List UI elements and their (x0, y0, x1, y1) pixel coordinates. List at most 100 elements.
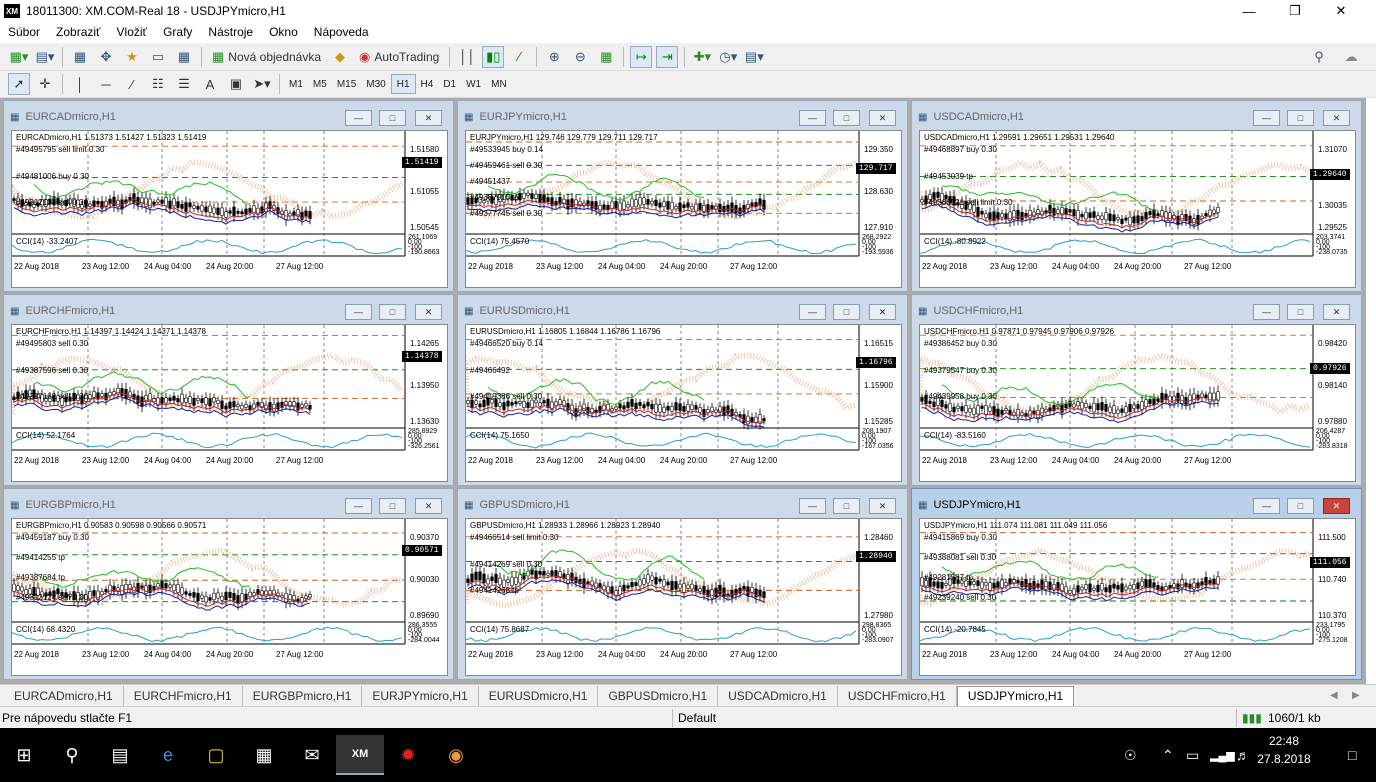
store-icon[interactable]: ▦ (240, 735, 288, 775)
chart-close-icon[interactable]: ✕ (869, 498, 896, 514)
new-order-button[interactable]: ▦ Nová objednávka (208, 46, 325, 68)
auto-scroll-icon[interactable]: ↦ (630, 45, 653, 68)
timeframe-m15[interactable]: M15 (332, 74, 361, 94)
task-view-icon[interactable]: ▤ (96, 735, 144, 775)
chart-minimize-icon[interactable]: — (345, 304, 372, 320)
chrome-icon[interactable]: ◉ (432, 735, 480, 775)
fibonacci-icon[interactable]: ☰ (173, 73, 195, 95)
arrows-icon[interactable]: ➤▾ (251, 73, 273, 95)
tab-eurcad[interactable]: EURCADmicro,H1 (4, 685, 124, 706)
chart-close-icon[interactable]: ✕ (415, 110, 442, 126)
zoom-out-icon[interactable]: ⊖ (569, 46, 591, 68)
battery-icon[interactable]: ▭ (1186, 728, 1199, 782)
xm-taskbar-icon[interactable]: XM (336, 735, 384, 775)
timeframe-mn[interactable]: MN (486, 74, 512, 94)
navigator-icon[interactable]: ★ (121, 46, 143, 68)
tab-scroll-left-icon[interactable]: ◀ (1330, 690, 1338, 701)
tab-eurusd[interactable]: EURUSDmicro,H1 (479, 685, 599, 706)
cursor-icon[interactable]: ➚ (8, 73, 30, 95)
menu-nastroje[interactable]: Nástroje (200, 25, 261, 39)
chart-plot-area[interactable]: USDJPYmicro,H1 111.074 111.081 111.049 1… (919, 518, 1356, 676)
line-chart-icon[interactable]: ∕ (508, 46, 530, 68)
timeframe-w1[interactable]: W1 (461, 74, 486, 94)
menu-subor[interactable]: Súbor (0, 25, 48, 39)
mail-icon[interactable]: ✉ (288, 735, 336, 775)
chart-window-usdcad[interactable]: ▦ USDCADmicro,H1 — □ ✕ USDCADmicro,H1 1.29591… (911, 100, 1362, 292)
network-icon[interactable]: ▂▄▆ (1210, 728, 1235, 782)
tab-eurchf[interactable]: EURCHFmicro,H1 (124, 685, 243, 706)
minimize-icon[interactable]: — (1226, 0, 1272, 22)
indicators-icon[interactable]: ✚▾ (691, 46, 713, 68)
chart-plot-area[interactable]: EURJPYmicro,H1 129.746 129.779 129.711 1… (465, 130, 902, 288)
candlestick-icon[interactable]: ▮▯ (482, 45, 505, 68)
taskbar-clock[interactable]: 22:48 27.8.2018 (1244, 732, 1324, 768)
chart-close-icon[interactable]: ✕ (869, 110, 896, 126)
chart-plot-area[interactable]: USDCHFmicro,H1 0.97871 0.97945 0.97906 0… (919, 324, 1356, 482)
tab-usdchf[interactable]: USDCHFmicro,H1 (838, 685, 957, 706)
menu-napoveda[interactable]: Nápoveda (306, 25, 377, 39)
close-icon[interactable]: ✕ (1318, 0, 1364, 22)
chart-maximize-icon[interactable]: □ (1287, 110, 1314, 126)
restore-icon[interactable]: ❐ (1272, 0, 1318, 22)
text-icon[interactable]: A (199, 73, 221, 95)
tray-chevron-icon[interactable]: ⌃ (1162, 728, 1174, 782)
chart-window-usdjpy[interactable]: ▦ USDJPYmicro,H1 — □ ✕ USDJPYmicro,H1 111.074… (911, 488, 1362, 680)
chat-icon[interactable]: ☁ (1340, 46, 1362, 68)
vertical-line-icon[interactable]: │ (69, 73, 91, 95)
tab-gbpusd[interactable]: GBPUSDmicro,H1 (598, 685, 719, 706)
chart-window-eurcad[interactable]: ▦ EURCADmicro,H1 — □ ✕ EURCADmicro,H1 1.51373… (3, 100, 454, 292)
chart-close-icon[interactable]: ✕ (1323, 110, 1350, 126)
app-red-icon[interactable]: ✹ (384, 735, 432, 775)
chart-maximize-icon[interactable]: □ (833, 498, 860, 514)
chart-minimize-icon[interactable]: — (799, 304, 826, 320)
chart-plot-area[interactable]: GBPUSDmicro,H1 1.28933 1.28966 1.28923 1… (465, 518, 902, 676)
profiles-icon[interactable]: ▤▾ (34, 46, 56, 68)
equidistant-channel-icon[interactable]: ☷ (147, 73, 169, 95)
timeframe-d1[interactable]: D1 (438, 74, 461, 94)
chart-minimize-icon[interactable]: — (799, 498, 826, 514)
chart-plot-area[interactable]: EURCADmicro,H1 1.51373 1.51427 1.51323 1… (11, 130, 448, 288)
timeframe-m30[interactable]: M30 (361, 74, 390, 94)
chart-shift-icon[interactable]: ⇥ (656, 45, 679, 68)
crosshair-icon[interactable]: ✛ (34, 73, 56, 95)
menu-vlozit[interactable]: Vložiť (109, 25, 156, 39)
new-chart-icon[interactable]: ▦▾ (8, 46, 30, 68)
tile-windows-icon[interactable]: ▦ (595, 46, 617, 68)
metaeditor-icon[interactable]: ◆ (329, 46, 351, 68)
edge-browser-icon[interactable]: e (144, 735, 192, 775)
chart-maximize-icon[interactable]: □ (1287, 498, 1314, 514)
chart-minimize-icon[interactable]: — (345, 498, 372, 514)
tab-usdcad[interactable]: USDCADmicro,H1 (718, 685, 838, 706)
timeframe-m5[interactable]: M5 (308, 74, 332, 94)
chart-minimize-icon[interactable]: — (1253, 304, 1280, 320)
terminal-icon[interactable]: ▭ (147, 46, 169, 68)
timeframe-h1[interactable]: H1 (390, 74, 416, 94)
menu-zobrazit[interactable]: Zobraziť (48, 25, 109, 39)
market-watch-icon[interactable]: ▦ (69, 46, 91, 68)
chart-window-eurjpy[interactable]: ▦ EURJPYmicro,H1 — □ ✕ EURJPYmicro,H1 129.746… (457, 100, 908, 292)
chart-window-gbpusd[interactable]: ▦ GBPUSDmicro,H1 — □ ✕ GBPUSDmicro,H1 1.28933… (457, 488, 908, 680)
chart-plot-area[interactable]: EURGBPmicro,H1 0.90583 0.90598 0.90566 0… (11, 518, 448, 676)
timeframe-m1[interactable]: M1 (284, 74, 308, 94)
horizontal-line-icon[interactable]: ─ (95, 73, 117, 95)
templates-icon[interactable]: ▤▾ (743, 46, 765, 68)
chart-minimize-icon[interactable]: — (1253, 498, 1280, 514)
chart-close-icon[interactable]: ✕ (1323, 304, 1350, 320)
menu-okno[interactable]: Okno (261, 25, 306, 39)
chart-minimize-icon[interactable]: — (1253, 110, 1280, 126)
chart-window-eurchf[interactable]: ▦ EURCHFmicro,H1 — □ ✕ EURCHFmicro,H1 1.14397… (3, 294, 454, 486)
chart-close-icon[interactable]: ✕ (415, 304, 442, 320)
trendline-icon[interactable]: ∕ (121, 73, 143, 95)
chart-close-icon[interactable]: ✕ (869, 304, 896, 320)
chart-close-icon[interactable]: ✕ (1323, 498, 1350, 514)
bar-chart-icon[interactable]: ││ (456, 46, 478, 68)
chart-maximize-icon[interactable]: □ (833, 304, 860, 320)
search-icon[interactable]: ⚲ (48, 735, 96, 775)
menu-grafy[interactable]: Grafy (155, 25, 200, 39)
timeframe-h4[interactable]: H4 (416, 74, 439, 94)
chart-plot-area[interactable]: EURUSDmicro,H1 1.16805 1.16844 1.16786 1… (465, 324, 902, 482)
notifications-icon[interactable]: □ (1348, 728, 1356, 782)
tab-eurgbp[interactable]: EURGBPmicro,H1 (243, 685, 363, 706)
chart-window-usdchf[interactable]: ▦ USDCHFmicro,H1 — □ ✕ USDCHFmicro,H1 0.97871… (911, 294, 1362, 486)
file-explorer-icon[interactable]: ▢ (192, 735, 240, 775)
